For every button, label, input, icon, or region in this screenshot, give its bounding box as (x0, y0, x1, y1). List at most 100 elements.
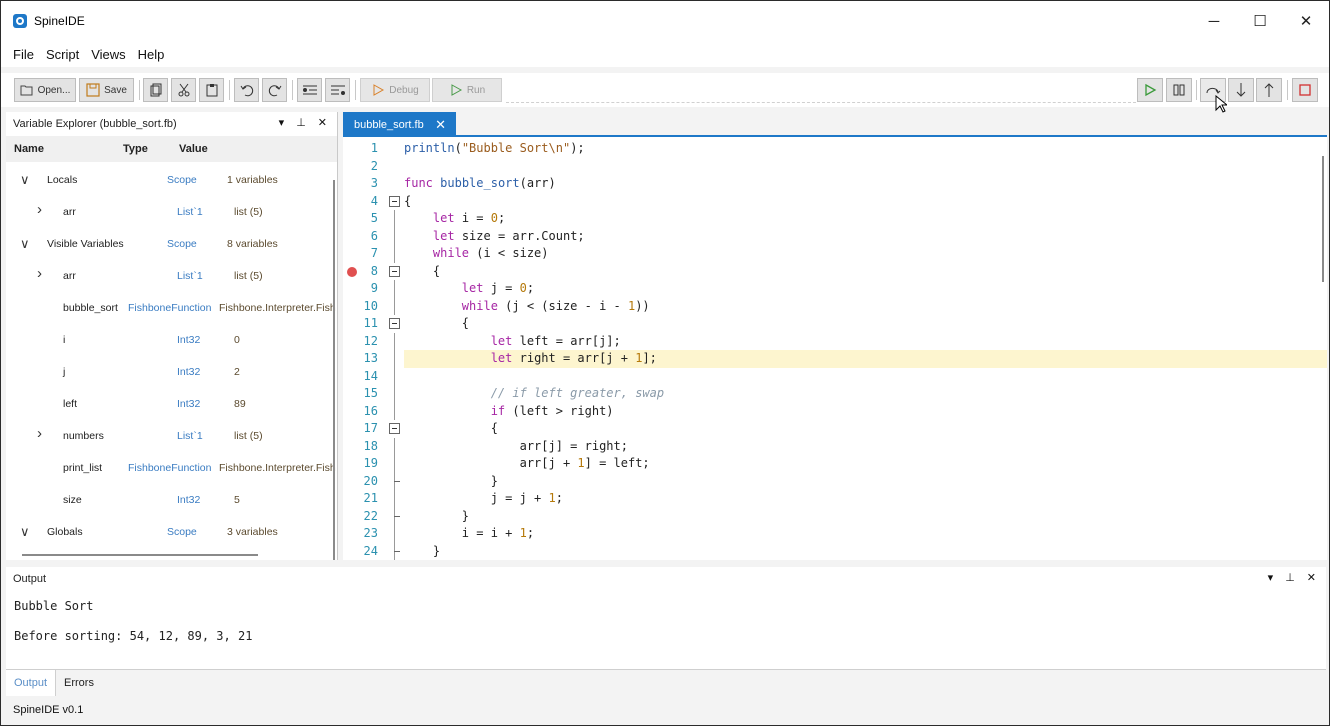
indent-button[interactable] (297, 78, 322, 102)
line-number: 22 (363, 508, 378, 523)
variable-row[interactable]: › arr List`1 list (5) (6, 260, 336, 292)
run-button[interactable]: Run (432, 78, 502, 102)
code-line[interactable]: 23 i = i + 1; (343, 525, 1327, 543)
pin-icon[interactable]: ⊥ (296, 116, 306, 129)
open-button[interactable]: Open... (14, 78, 76, 102)
menu-file[interactable]: File (7, 47, 40, 62)
code-line[interactable]: 3 func bubble_sort(arr) (343, 175, 1327, 193)
variable-type: Int32 (177, 398, 201, 410)
code-area[interactable]: 1 println("Bubble Sort\n"); 2 3 func bubble… (343, 138, 1327, 560)
column-value[interactable]: Value (179, 143, 208, 155)
editor-vertical-scrollbar[interactable] (1322, 156, 1324, 282)
code-line[interactable]: 22 } (343, 507, 1327, 525)
code-text: { (404, 263, 441, 278)
code-line[interactable]: 8 { (343, 263, 1327, 281)
outdent-button[interactable] (325, 78, 350, 102)
code-line[interactable]: 18 arr[j] = right; (343, 437, 1327, 455)
variable-row[interactable]: ∨ Visible Variables Scope 8 variables (6, 228, 336, 260)
code-line[interactable]: 13 let right = arr[j + 1]; (343, 350, 1327, 368)
code-line[interactable]: 5 let i = 0; (343, 210, 1327, 228)
variable-horizontal-scrollbar[interactable] (22, 554, 258, 556)
code-text: while (j < (size - i - 1)) (461, 298, 650, 313)
debug-button[interactable]: Debug (360, 78, 430, 102)
code-line[interactable]: 10 while (j < (size - i - 1)) (343, 297, 1327, 315)
close-window-button[interactable]: ✕ (1283, 1, 1329, 41)
column-type[interactable]: Type (123, 143, 148, 155)
panel-dropdown-icon[interactable]: ▾ (279, 116, 285, 129)
step-out-icon (1264, 83, 1274, 97)
maximize-button[interactable]: ☐ (1237, 1, 1283, 41)
close-panel-icon[interactable]: ✕ (1307, 571, 1316, 584)
fold-collapse-icon[interactable] (389, 423, 400, 434)
code-line[interactable]: 11 { (343, 315, 1327, 333)
code-line[interactable]: 16 if (left > right) (343, 402, 1327, 420)
stop-button[interactable] (1292, 78, 1318, 102)
save-icon (86, 83, 100, 97)
code-line[interactable]: 7 while (i < size) (343, 245, 1327, 263)
chevron-right-icon[interactable]: › (37, 265, 42, 282)
variable-row[interactable]: left Int32 89 (6, 388, 336, 420)
debug-play-icon (373, 84, 385, 96)
variable-row[interactable]: i Int32 0 (6, 324, 336, 356)
tab-errors[interactable]: Errors (56, 670, 102, 696)
variable-vertical-scrollbar[interactable] (333, 180, 335, 560)
code-text: { (404, 316, 470, 330)
chevron-down-icon[interactable]: ∨ (20, 524, 30, 540)
menu-views[interactable]: Views (85, 47, 131, 62)
variable-row[interactable]: j Int32 2 (6, 356, 336, 388)
code-line[interactable]: 4{ (343, 193, 1327, 211)
run-label: Run (466, 84, 486, 96)
code-line[interactable]: 12 let left = arr[j]; (343, 332, 1327, 350)
pause-button[interactable] (1166, 78, 1192, 102)
outdent-icon (330, 85, 345, 95)
code-line[interactable]: 21 j = j + 1; (343, 490, 1327, 508)
code-line[interactable]: 2 (343, 158, 1327, 176)
variable-row[interactable]: › arr List`1 list (5) (6, 196, 336, 228)
output-line: Bubble Sort (14, 599, 94, 613)
cut-button[interactable] (171, 78, 196, 102)
variable-row[interactable]: › numbers List`1 list (5) (6, 420, 336, 452)
chevron-down-icon[interactable]: ∨ (20, 172, 30, 188)
menu-help[interactable]: Help (132, 47, 171, 62)
undo-button[interactable] (234, 78, 259, 102)
variable-row[interactable]: ∨ Locals Scope 1 variables (6, 164, 336, 196)
chevron-right-icon[interactable]: › (37, 425, 42, 442)
variable-row[interactable]: ∨ Globals Scope 3 variables (6, 516, 336, 548)
mouse-cursor-icon (1215, 95, 1227, 113)
code-line[interactable]: 19 arr[j + 1] = left; (343, 455, 1327, 473)
column-name[interactable]: Name (14, 143, 44, 155)
output-title: Output (13, 573, 47, 585)
code-line[interactable]: 1 println("Bubble Sort\n"); (343, 140, 1327, 158)
panel-dropdown-icon[interactable]: ▾ (1268, 571, 1274, 584)
variable-name: print_list (63, 462, 103, 474)
code-line[interactable]: 6 let size = arr.Count; (343, 227, 1327, 245)
variable-row[interactable]: print_list FishboneFunction Fishbone.Inter… (6, 452, 336, 484)
code-line[interactable]: 17 { (343, 420, 1327, 438)
chevron-right-icon[interactable]: › (37, 201, 42, 218)
fold-collapse-icon[interactable] (389, 195, 400, 207)
variable-row[interactable]: size Int32 5 (6, 484, 336, 516)
code-line[interactable]: 15 // if left greater, swap (343, 385, 1327, 403)
tab-bubble-sort[interactable]: bubble_sort.fb ✕ (343, 112, 456, 137)
menu-script[interactable]: Script (40, 47, 85, 62)
close-tab-icon[interactable]: ✕ (435, 117, 446, 133)
code-line[interactable]: 9 let j = 0; (343, 280, 1327, 298)
fold-collapse-icon[interactable] (389, 265, 400, 277)
code-line[interactable]: 14 (343, 367, 1327, 385)
paste-button[interactable] (199, 78, 224, 102)
redo-button[interactable] (262, 78, 287, 102)
copy-button[interactable] (143, 78, 168, 102)
fold-collapse-icon[interactable] (389, 318, 400, 329)
chevron-down-icon[interactable]: ∨ (20, 236, 30, 252)
code-line[interactable]: 20 } (343, 472, 1327, 490)
save-button[interactable]: Save (79, 78, 134, 102)
continue-button[interactable] (1137, 78, 1163, 102)
close-panel-icon[interactable]: ✕ (318, 116, 327, 129)
minimize-button[interactable]: ─ (1191, 1, 1237, 41)
step-into-button[interactable] (1228, 78, 1254, 102)
variable-row[interactable]: bubble_sort FishboneFunction Fishbone.Inte… (6, 292, 336, 324)
step-out-button[interactable] (1256, 78, 1282, 102)
tab-output[interactable]: Output (6, 670, 57, 696)
code-line[interactable]: 24 } (343, 542, 1327, 560)
pin-icon[interactable]: ⊥ (1285, 571, 1295, 584)
